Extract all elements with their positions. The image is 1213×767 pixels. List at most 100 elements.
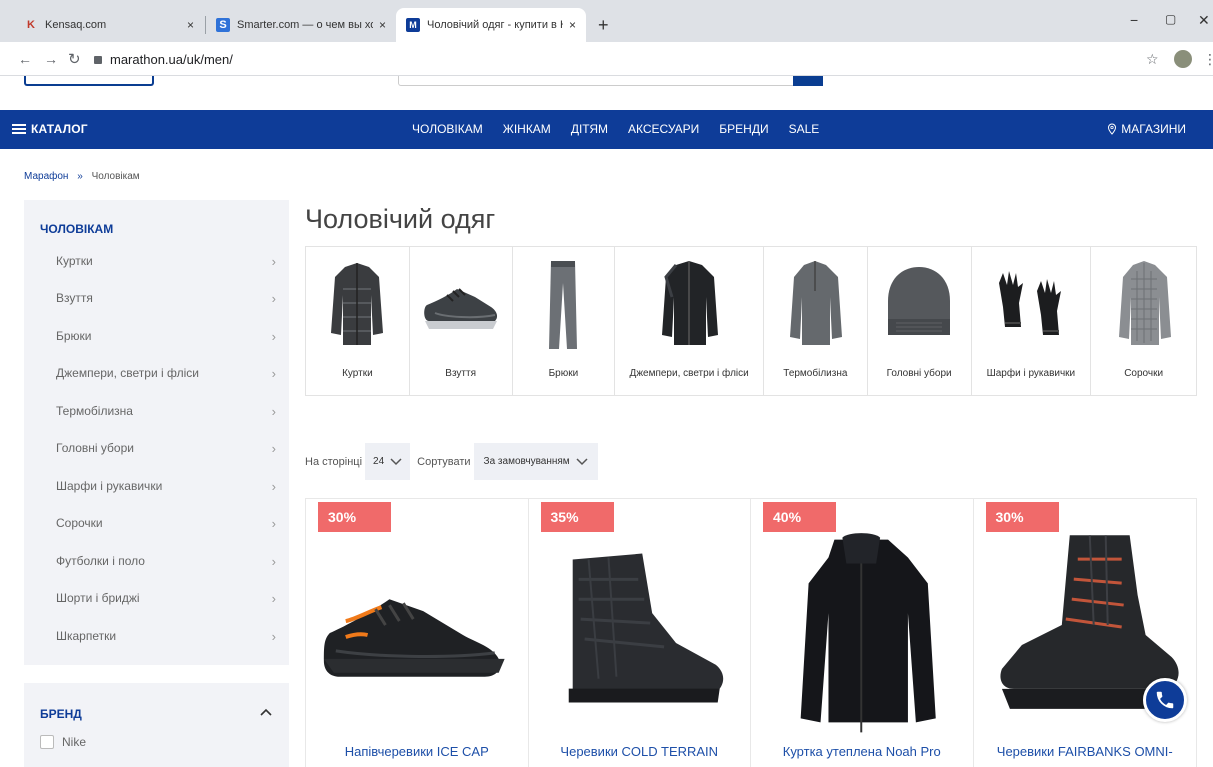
discount-badge: 35% <box>540 502 614 532</box>
category-tiles: Куртки Взуття Брюки Джемпери, светри і ф… <box>305 246 1197 396</box>
chevron-right-icon: › <box>271 253 276 269</box>
per-page-select[interactable]: 24 <box>365 443 411 480</box>
product-title[interactable]: Черевики COLD TERRAIN <box>529 744 751 760</box>
browser-tab-smarter[interactable]: S Smarter.com — о чем вы хотите × <box>206 8 396 42</box>
brand-filter-title[interactable]: БРЕНД <box>40 707 82 721</box>
product-card[interactable]: 40% Куртка утеплена Noah Pro <box>751 499 974 767</box>
catalog-menu-button[interactable]: КАТАЛОГ <box>12 122 88 136</box>
shops-label: МАГАЗИНИ <box>1121 122 1186 136</box>
call-button[interactable] <box>1143 678 1187 722</box>
sidebar-item-headwear[interactable]: Головні убори › <box>56 438 276 458</box>
sidebar-item-scarves[interactable]: Шарфи і рукавички › <box>56 476 276 496</box>
sort-label: Сортувати <box>417 455 471 468</box>
category-tile-jackets[interactable]: Куртки <box>306 247 410 395</box>
site-logo[interactable] <box>24 76 154 86</box>
category-tile-thermal[interactable]: Термобілизна <box>764 247 868 395</box>
sidebar-item-shorts[interactable]: Шорти і бриджі › <box>56 588 276 608</box>
category-tile-shirts[interactable]: Сорочки <box>1091 247 1196 395</box>
nav-link-accessories[interactable]: АКСЕСУАРИ <box>628 122 699 136</box>
sidebar-item-shirts[interactable]: Сорочки › <box>56 513 276 533</box>
sidebar-item-jumpers[interactable]: Джемпери, светри і фліси › <box>56 363 276 383</box>
category-label: Взуття <box>445 368 476 379</box>
reload-icon[interactable]: ↻ <box>68 50 81 68</box>
product-title[interactable]: Черевики FAIRBANKS OMNI- <box>974 744 1197 760</box>
browser-tab-marathon[interactable]: M Чоловічий одяг - купити в Києв × <box>396 8 586 42</box>
category-tile-headwear[interactable]: Головні убори <box>868 247 972 395</box>
maximize-icon[interactable]: ▢ <box>1165 12 1176 26</box>
nav-link-men[interactable]: ЧОЛОВІКАМ <box>412 122 483 136</box>
browser-tab-kensaq[interactable]: K Kensaq.com × <box>14 8 204 42</box>
new-tab-button[interactable]: + <box>588 8 616 42</box>
per-page-label: На сторінці <box>305 455 363 468</box>
shirt-image <box>1118 261 1171 345</box>
bookmark-star-icon[interactable]: ☆ <box>1146 51 1159 68</box>
browser-tab-strip: K Kensaq.com × S Smarter.com — о чем вы … <box>0 0 1213 42</box>
sidebar-item-label: Джемпери, светри і фліси <box>56 366 199 380</box>
back-icon[interactable]: ← <box>18 51 32 67</box>
breadcrumb-home[interactable]: Марафон <box>24 171 68 182</box>
category-tile-jumpers[interactable]: Джемпери, светри і фліси <box>615 247 764 395</box>
close-tab-icon[interactable]: × <box>569 18 576 32</box>
chevron-up-icon[interactable] <box>260 705 272 719</box>
chevron-right-icon: › <box>271 590 276 606</box>
sidebar-item-tshirts[interactable]: Футболки і поло › <box>56 551 276 571</box>
site-search-button[interactable] <box>793 76 823 86</box>
brand-checkbox-nike[interactable]: Nike <box>40 735 86 749</box>
product-image[interactable] <box>306 529 528 739</box>
category-tile-trousers[interactable]: Брюки <box>513 247 616 395</box>
shoe-image <box>423 288 497 329</box>
beanie-image <box>888 267 951 335</box>
category-tile-shoes[interactable]: Взуття <box>410 247 513 395</box>
url-field[interactable]: marathon.ua/uk/men/ <box>94 46 1124 72</box>
sidebar-item-label: Футболки і поло <box>56 554 145 568</box>
sidebar-item-label: Взуття <box>56 291 93 305</box>
address-bar: ← → ↻ marathon.ua/uk/men/ ☆ ⋮ <box>0 42 1213 76</box>
sidebar-item-label: Брюки <box>56 329 92 343</box>
category-label: Сорочки <box>1124 368 1164 379</box>
category-label: Термобілизна <box>783 368 848 379</box>
chevron-down-icon <box>390 457 402 465</box>
sidebar-item-thermal[interactable]: Термобілизна › <box>56 401 276 421</box>
close-tab-icon[interactable]: × <box>379 18 386 32</box>
web-page: КАТАЛОГ ЧОЛОВІКАМ ЖІНКАМ ДІТЯМ АКСЕСУАРИ… <box>0 76 1213 767</box>
browser-menu-icon[interactable]: ⋮ <box>1203 51 1213 68</box>
checkbox[interactable] <box>40 735 54 749</box>
category-label: Шарфи і рукавички <box>986 368 1076 379</box>
sidebar-item-trousers[interactable]: Брюки › <box>56 326 276 346</box>
shops-link[interactable]: МАГАЗИНИ <box>1107 122 1186 136</box>
main-navbar: КАТАЛОГ ЧОЛОВІКАМ ЖІНКАМ ДІТЯМ АКСЕСУАРИ… <box>0 110 1213 149</box>
product-image[interactable] <box>529 529 751 739</box>
sidebar-item-jackets[interactable]: Куртки › <box>56 251 276 271</box>
product-title[interactable]: Напівчеревики ICE CAP <box>306 744 528 760</box>
sidebar-item-socks[interactable]: Шкарпетки › <box>56 626 276 646</box>
nav-link-brands[interactable]: БРЕНДИ <box>719 122 768 136</box>
forward-icon[interactable]: → <box>44 51 58 67</box>
marathon-favicon-icon: M <box>406 18 420 32</box>
close-tab-icon[interactable]: × <box>187 18 194 32</box>
product-card[interactable]: 30% Напівчеревики ICE CAP <box>306 499 529 767</box>
product-card[interactable]: 30% Черевики FAIRBANKS OMNI- <box>974 499 1197 767</box>
catalog-label: КАТАЛОГ <box>31 122 88 136</box>
sidebar-title[interactable]: ЧОЛОВІКАМ <box>40 222 113 236</box>
nav-link-women[interactable]: ЖІНКАМ <box>503 122 551 136</box>
sort-value: За замовчуванням <box>483 456 570 467</box>
url-text: marathon.ua/uk/men/ <box>110 51 233 67</box>
site-search-input[interactable] <box>398 76 823 86</box>
nav-links: ЧОЛОВІКАМ ЖІНКАМ ДІТЯМ АКСЕСУАРИ БРЕНДИ … <box>412 122 819 136</box>
window-close-icon[interactable]: ✕ <box>1198 12 1210 29</box>
category-tile-gloves[interactable]: Шарфи і рукавички <box>972 247 1092 395</box>
nav-link-kids[interactable]: ДІТЯМ <box>571 122 608 136</box>
sort-select[interactable]: За замовчуванням <box>473 443 598 480</box>
product-card[interactable]: 35% Черевики COLD TERRAIN <box>529 499 751 767</box>
minimize-icon[interactable]: − <box>1130 12 1138 28</box>
sidebar-item-shoes[interactable]: Взуття › <box>56 288 276 308</box>
product-image[interactable] <box>751 529 973 739</box>
page-title: Чоловічий одяг <box>305 204 496 234</box>
product-title[interactable]: Куртка утеплена Noah Pro <box>751 744 973 760</box>
listing-controls: На сторінці 24 Сортувати За замовчування… <box>305 443 598 480</box>
category-label: Джемпери, светри і фліси <box>629 368 749 379</box>
chevron-right-icon: › <box>271 290 276 306</box>
profile-avatar[interactable] <box>1174 50 1192 68</box>
fleece-image <box>662 261 719 345</box>
nav-link-sale[interactable]: SALE <box>789 122 820 136</box>
